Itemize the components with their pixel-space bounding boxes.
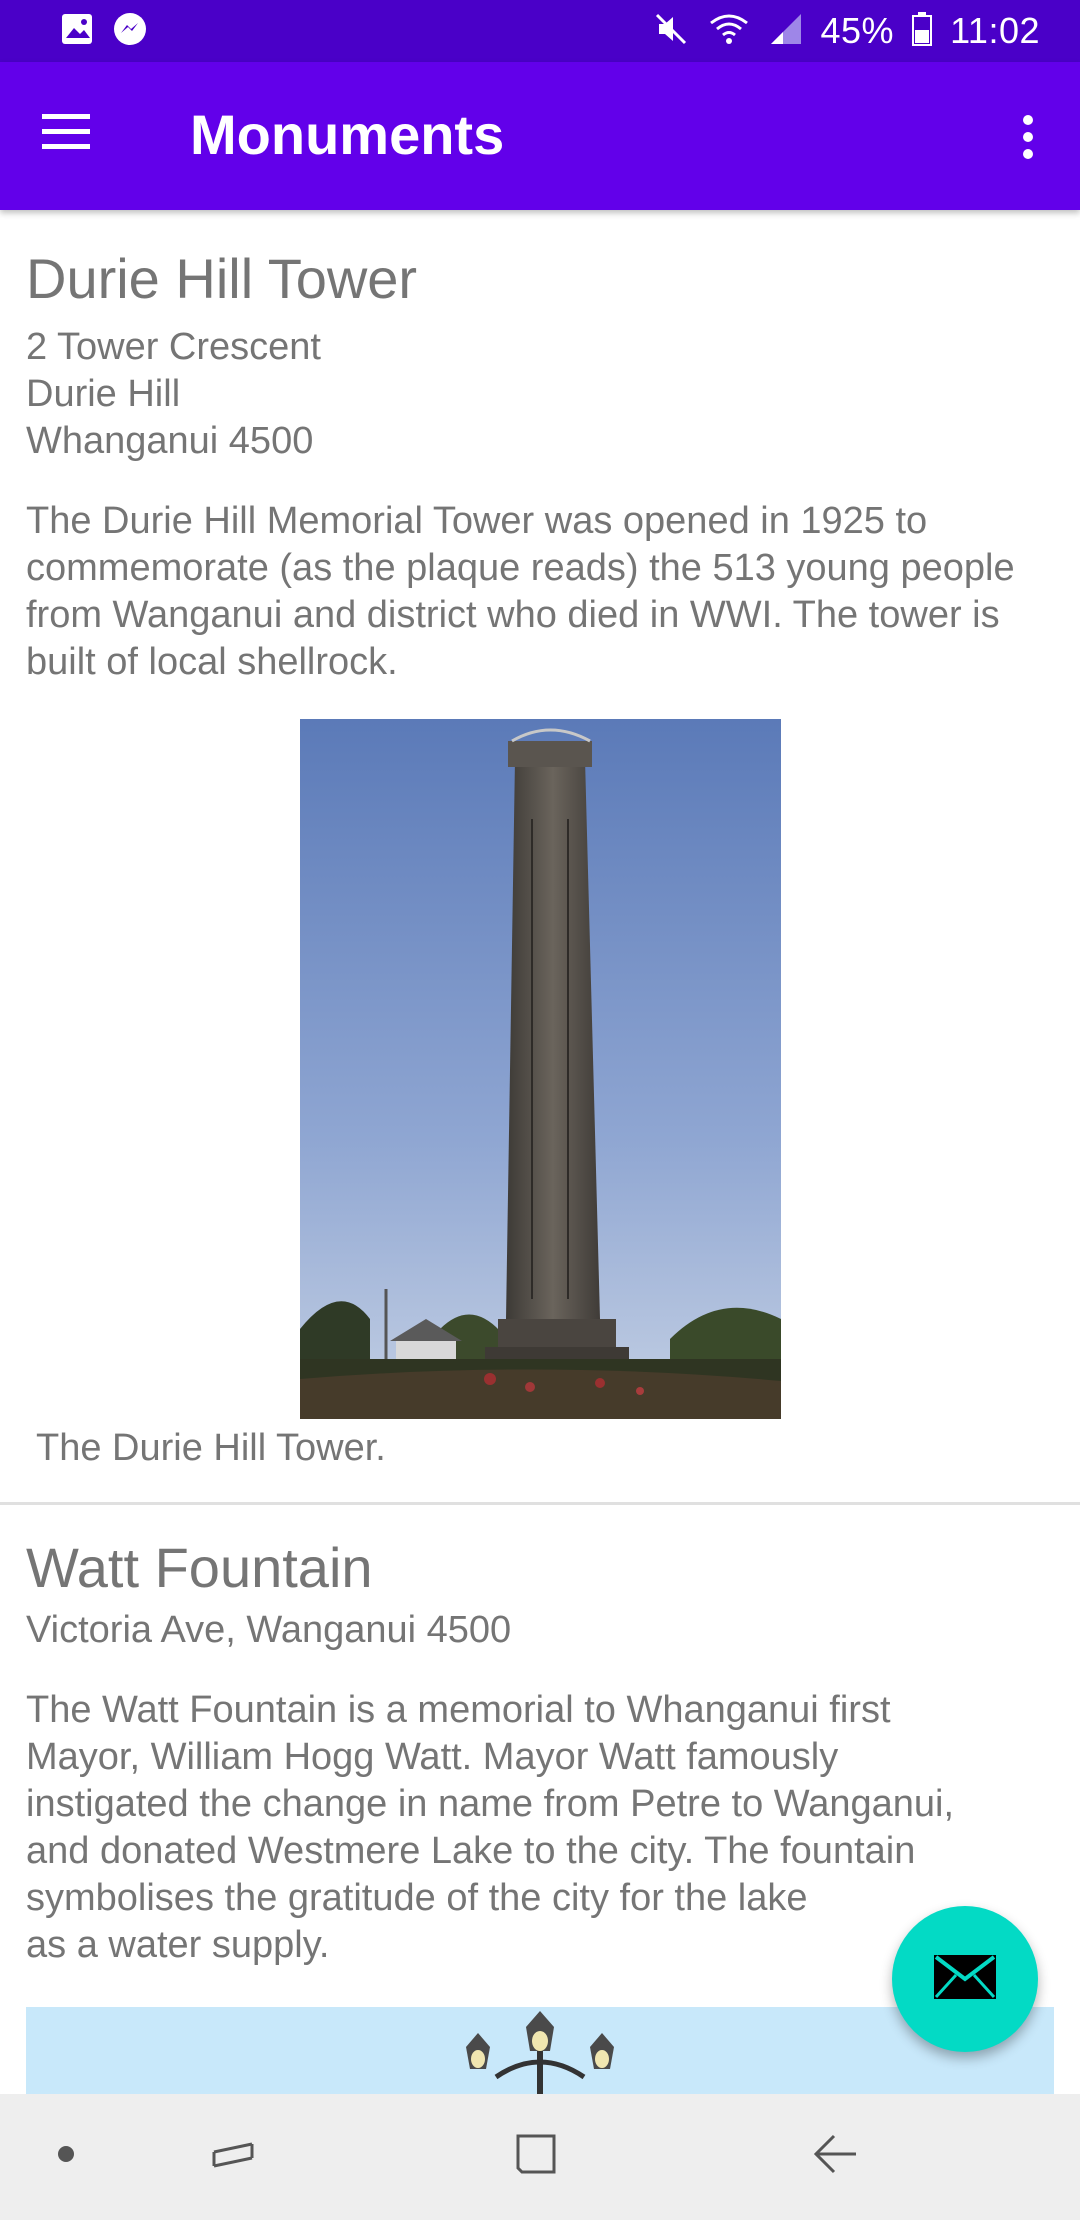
monument-title: Durie Hill Tower (26, 247, 418, 310)
content-scroll[interactable]: Durie Hill Tower 2 Tower Crescent Durie … (0, 210, 1080, 2094)
address-line: Victoria Ave, Wanganui 4500 (26, 1609, 512, 1651)
status-bar: 45% 11:02 (0, 0, 1080, 62)
hamburger-menu-icon[interactable] (40, 112, 96, 160)
signal-icon (769, 12, 803, 51)
durie-hill-tower-photo (299, 719, 781, 1419)
home-icon[interactable] (512, 2130, 560, 2183)
clock: 11:02 (950, 10, 1040, 51)
address-line: Whanganui 4500 (26, 420, 314, 462)
mute-icon (653, 11, 689, 52)
monument-description: The Durie Hill Memorial Tower was opened… (26, 500, 1015, 683)
email-icon (932, 1953, 998, 2006)
monument-title: Watt Fountain (26, 1536, 373, 1599)
battery-level: 45% (820, 10, 895, 51)
description-line: Mayor, William Hogg Watt. Mayor Watt fam… (26, 1736, 839, 1778)
recent-apps-icon[interactable] (210, 2132, 256, 2183)
description-line: symbolises the gratitude of the city for… (26, 1877, 808, 1919)
address-line: Durie Hill (26, 373, 181, 415)
email-fab-button[interactable] (892, 1906, 1038, 2052)
description-line: and donated Westmere Lake to the city. T… (26, 1830, 916, 1872)
page-title: Monuments (190, 103, 505, 166)
wifi-icon (707, 11, 751, 52)
dot-icon[interactable] (56, 2144, 76, 2169)
messenger-icon (112, 11, 148, 52)
description-line: The Watt Fountain is a memorial to Whang… (26, 1689, 891, 1731)
photo-caption: The Durie Hill Tower. (36, 1427, 386, 1469)
app-bar: Monuments (0, 62, 1080, 210)
more-vertical-icon[interactable] (1016, 108, 1040, 168)
watt-fountain-photo (26, 2007, 1054, 2094)
back-icon[interactable] (812, 2132, 860, 2183)
description-line: instigated the change in name from Petre… (26, 1783, 955, 1825)
battery-icon (912, 11, 933, 51)
system-nav-bar (0, 2094, 1080, 2220)
gallery-icon (60, 12, 94, 51)
monument-card-durie-hill: Durie Hill Tower 2 Tower Crescent Durie … (0, 210, 1080, 686)
address-line: 2 Tower Crescent (26, 326, 321, 368)
